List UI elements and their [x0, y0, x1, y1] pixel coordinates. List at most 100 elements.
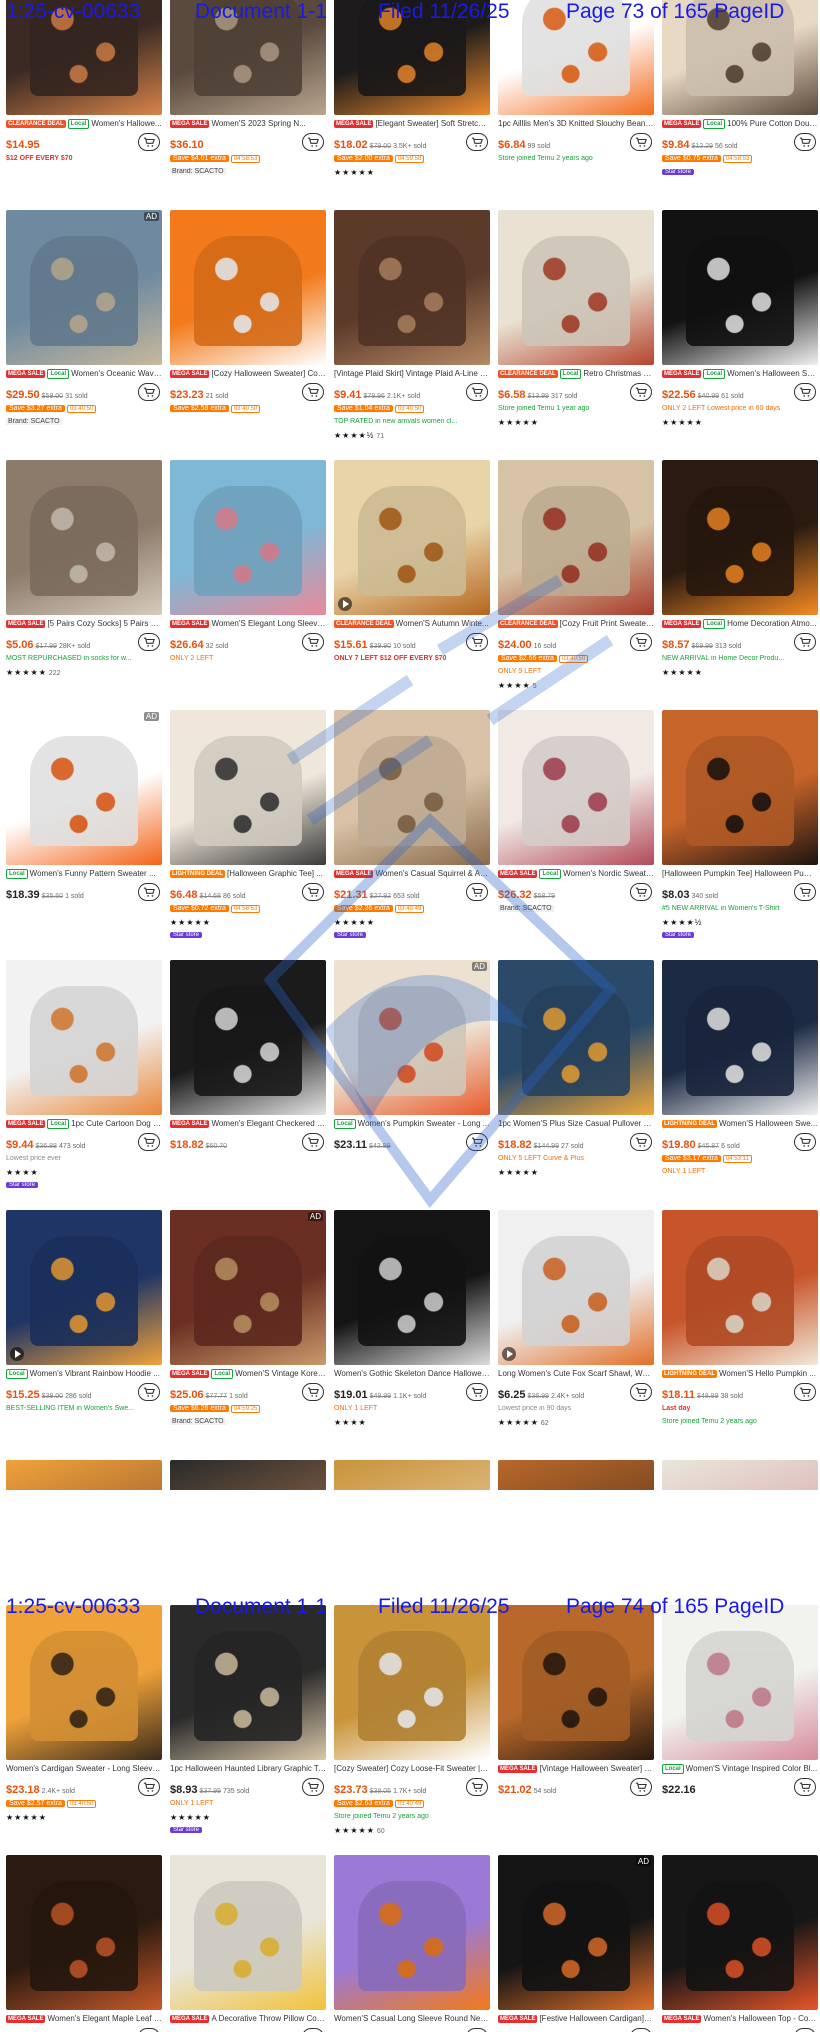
add-to-cart-button[interactable]: [302, 133, 324, 151]
product-card[interactable]: MEGA SALE [Vintage Halloween Sweater] Vi.…: [498, 1605, 654, 1851]
add-to-cart-button[interactable]: [138, 883, 160, 901]
product-title[interactable]: MEGA SALE Local Women's Halloween Sw...: [662, 369, 818, 382]
product-image[interactable]: [170, 460, 326, 615]
product-card[interactable]: CLEARANCE DEAL [Cozy Fruit Print Sweater]…: [498, 460, 654, 706]
product-title[interactable]: MEGA SALE Local Women'S Vintage Korea...: [170, 1369, 326, 1382]
brand-label[interactable]: Brand: SCACTO: [498, 905, 554, 912]
product-image[interactable]: [498, 1210, 654, 1365]
product-image[interactable]: [498, 710, 654, 865]
add-to-cart-button[interactable]: [630, 633, 652, 651]
product-image[interactable]: [334, 1855, 490, 2010]
product-card-partial[interactable]: [334, 1460, 490, 1490]
product-image[interactable]: AD: [6, 710, 162, 865]
add-to-cart-button[interactable]: [138, 2028, 160, 2032]
product-title[interactable]: Local Women'S Vintage Inspired Color Bl..…: [662, 1764, 818, 1777]
product-card[interactable]: Local Women's Vibrant Rainbow Hoodie ... $…: [6, 1210, 162, 1456]
product-title[interactable]: MEGA SALE Women's Elegant Maple Leaf Pa..…: [6, 2014, 162, 2027]
product-card[interactable]: CLEARANCE DEAL Local Retro Christmas S... $…: [498, 210, 654, 456]
product-card[interactable]: LIGHTNING DEAL [Halloween Graphic Tee] ..…: [170, 710, 326, 956]
product-title[interactable]: Local Women's Funny Pattern Sweater ...: [6, 869, 162, 882]
product-card[interactable]: Women'S Casual Long Sleeve Round Neck ..…: [334, 1855, 490, 2032]
product-title[interactable]: Women's Cardigan Sweater - Long Sleeve .…: [6, 1764, 162, 1777]
add-to-cart-button[interactable]: [302, 2028, 324, 2032]
product-title[interactable]: [Vintage Plaid Skirt] Vintage Plaid A-Li…: [334, 369, 490, 382]
add-to-cart-button[interactable]: [630, 1383, 652, 1401]
product-card[interactable]: MEGA SALE Local Women's Nordic Sweate... $2…: [498, 710, 654, 956]
add-to-cart-button[interactable]: [794, 2028, 816, 2032]
product-title[interactable]: 1pc Women'S Plus Size Casual Pullover Sw…: [498, 1119, 654, 1132]
product-card[interactable]: MEGA SALE Women'S Elegant Long Sleeve ...…: [170, 460, 326, 706]
product-card[interactable]: [Cozy Sweater] Cozy Loose-Fit Sweater | …: [334, 1605, 490, 1851]
product-image[interactable]: [662, 210, 818, 365]
add-to-cart-button[interactable]: [302, 1133, 324, 1151]
add-to-cart-button[interactable]: [138, 1778, 160, 1796]
product-card[interactable]: MEGA SALE A Decorative Throw Pillow Cove.…: [170, 1855, 326, 2032]
product-image[interactable]: [170, 960, 326, 1115]
product-card[interactable]: MEGA SALE Women's Elegant Checkered Gh...…: [170, 960, 326, 1206]
product-card[interactable]: [Vintage Plaid Skirt] Vintage Plaid A-Li…: [334, 210, 490, 456]
product-image[interactable]: [334, 210, 490, 365]
product-card[interactable]: MEGA SALE Women's Halloween Top - Cozy...…: [662, 1855, 818, 2032]
add-to-cart-button[interactable]: [630, 133, 652, 151]
product-card[interactable]: MEGA SALE [Cozy Halloween Sweater] Cozy .…: [170, 210, 326, 456]
product-card[interactable]: MEGA SALE Local Women's Halloween Sw... $22…: [662, 210, 818, 456]
product-image[interactable]: [498, 460, 654, 615]
product-card[interactable]: AD Local Women's Funny Pattern Sweater ...…: [6, 710, 162, 956]
product-title[interactable]: MEGA SALE A Decorative Throw Pillow Cove.…: [170, 2014, 326, 2027]
product-image[interactable]: [6, 460, 162, 615]
product-image[interactable]: [662, 1210, 818, 1365]
product-card[interactable]: MEGA SALE Women's Elegant Maple Leaf Pa..…: [6, 1855, 162, 2032]
product-title[interactable]: 1pc Halloween Haunted Library Graphic Te…: [170, 1764, 326, 1777]
product-title[interactable]: [Halloween Pumpkin Tee] Halloween Pump..…: [662, 869, 818, 882]
product-image[interactable]: [6, 960, 162, 1115]
product-card-partial[interactable]: [170, 1460, 326, 1490]
product-card[interactable]: MEGA SALE Women'S 2023 Spring N... $36.10 S…: [170, 0, 326, 206]
product-card[interactable]: LIGHTNING DEAL Women'S Hello Pumpkin ... $…: [662, 1210, 818, 1456]
product-title[interactable]: CLEARANCE DEAL Women'S Autumn Winte...: [334, 619, 490, 632]
add-to-cart-button[interactable]: [466, 633, 488, 651]
product-title[interactable]: LIGHTNING DEAL Women'S Halloween Swe...: [662, 1119, 818, 1132]
add-to-cart-button[interactable]: [138, 1383, 160, 1401]
product-title[interactable]: Local Women's Vibrant Rainbow Hoodie ...: [6, 1369, 162, 1382]
product-card[interactable]: LIGHTNING DEAL Women'S Halloween Swe... $1…: [662, 960, 818, 1206]
product-title[interactable]: MEGA SALE Local Women's Nordic Sweate...: [498, 869, 654, 882]
product-card[interactable]: MEGA SALE Local 1pc Cute Cartoon Dog H... $…: [6, 960, 162, 1206]
product-card[interactable]: 1pc Ailllis Men's 3D Knitted Slouchy Bea…: [498, 0, 654, 206]
product-image[interactable]: [662, 1605, 818, 1760]
product-image[interactable]: AD: [334, 960, 490, 1115]
add-to-cart-button[interactable]: [466, 1383, 488, 1401]
product-card[interactable]: MEGA SALE Local 100% Pure Cotton Doub... $9…: [662, 0, 818, 206]
product-title[interactable]: MEGA SALE [Cozy Halloween Sweater] Cozy .…: [170, 369, 326, 382]
product-image[interactable]: [6, 1460, 162, 1490]
product-image[interactable]: AD: [6, 210, 162, 365]
product-title[interactable]: MEGA SALE Women's Halloween Top - Cozy...: [662, 2014, 818, 2027]
product-title[interactable]: MEGA SALE [Vintage Halloween Sweater] Vi.…: [498, 1764, 654, 1777]
add-to-cart-button[interactable]: [138, 633, 160, 651]
add-to-cart-button[interactable]: [302, 1383, 324, 1401]
product-image[interactable]: [6, 1210, 162, 1365]
brand-label[interactable]: Brand: SCACTO: [170, 1418, 226, 1425]
product-title[interactable]: MEGA SALE Women'S 2023 Spring N...: [170, 119, 326, 132]
product-image[interactable]: AD: [170, 1210, 326, 1365]
brand-label[interactable]: Brand: SCACTO: [6, 418, 62, 425]
product-title[interactable]: Women'S Casual Long Sleeve Round Neck ..…: [334, 2014, 490, 2027]
product-title[interactable]: MEGA SALE Local 1pc Cute Cartoon Dog H...: [6, 1119, 162, 1132]
product-image[interactable]: [170, 210, 326, 365]
product-title[interactable]: MEGA SALE [5 Pairs Cozy Socks] 5 Pairs Co…: [6, 619, 162, 632]
product-image[interactable]: [170, 1460, 326, 1490]
product-image[interactable]: [662, 1855, 818, 2010]
add-to-cart-button[interactable]: [630, 2028, 652, 2032]
product-card[interactable]: CLEARANCE DEAL Women'S Autumn Winte... $15…: [334, 460, 490, 706]
add-to-cart-button[interactable]: [630, 883, 652, 901]
product-image[interactable]: [6, 1605, 162, 1760]
product-title[interactable]: 1pc Ailllis Men's 3D Knitted Slouchy Bea…: [498, 119, 654, 132]
product-card-partial[interactable]: [498, 1460, 654, 1490]
add-to-cart-button[interactable]: [466, 883, 488, 901]
product-title[interactable]: MEGA SALEWomen's Casual Squirrel & Autum…: [334, 869, 490, 882]
add-to-cart-button[interactable]: [466, 133, 488, 151]
product-image[interactable]: [498, 1605, 654, 1760]
product-title[interactable]: Long Women's Cute Fox Scarf Shawl, War..…: [498, 1369, 654, 1382]
product-title[interactable]: CLEARANCE DEAL Local Women's Hallowe...: [6, 119, 162, 132]
add-to-cart-button[interactable]: [302, 383, 324, 401]
add-to-cart-button[interactable]: [138, 383, 160, 401]
